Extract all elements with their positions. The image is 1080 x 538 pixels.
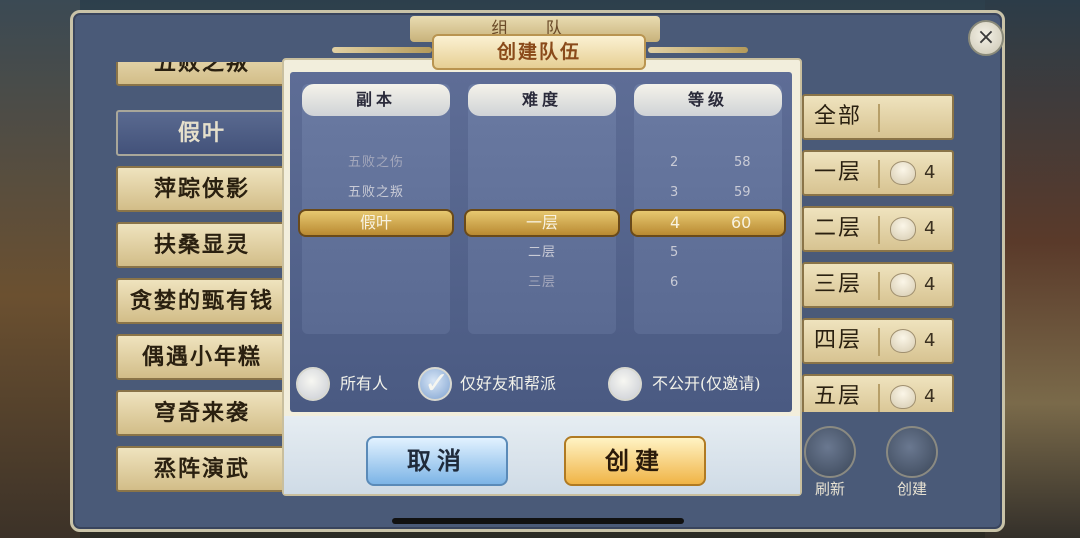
level-header: 等级 — [634, 84, 782, 116]
tier-divider — [878, 272, 880, 300]
dialog-footer — [284, 416, 800, 494]
tier-count: 4 — [924, 330, 936, 351]
tier-list: 全部 一层 4 二层 4 三层 4 四层 4 五层 4 — [802, 90, 954, 412]
tier-row-all[interactable]: 全部 — [802, 94, 954, 140]
tier-divider — [878, 384, 880, 412]
close-icon[interactable]: × — [968, 20, 1004, 56]
tier-count: 4 — [924, 386, 936, 407]
dungeon-item[interactable]: 烝阵演武 — [116, 446, 288, 492]
dungeon-item[interactable]: 偶遇小年糕 — [116, 334, 288, 380]
instance-option[interactable]: 五败之伤 — [302, 150, 450, 176]
level-min-selected[interactable]: 4 — [670, 209, 680, 237]
bun-icon — [890, 273, 916, 297]
title-ornament-left — [332, 47, 432, 53]
level-min-option[interactable]: 6 — [670, 270, 678, 296]
tier-divider — [878, 328, 880, 356]
level-selected-bar — [630, 209, 786, 237]
dungeon-list: 五败之叛 假叶 萍踪侠影 扶桑显灵 贪婪的甄有钱 偶遇小年糕 穹奇来袭 烝阵演武 — [112, 62, 292, 502]
tier-name: 五层 — [814, 384, 863, 409]
tier-name: 四层 — [814, 328, 863, 353]
difficulty-header: 难度 — [468, 84, 616, 116]
bun-icon — [890, 161, 916, 185]
radio-everyone-label: 所有人 — [340, 374, 389, 393]
tier-row[interactable]: 五层 4 — [802, 374, 954, 412]
radio-everyone[interactable] — [296, 367, 330, 401]
refresh-icon[interactable] — [804, 426, 856, 478]
bun-icon — [890, 385, 916, 409]
checkmark-icon: ✓ — [424, 366, 450, 401]
bun-icon — [890, 329, 916, 353]
dungeon-item-selected[interactable]: 假叶 — [116, 110, 288, 156]
title-ornament-right — [648, 47, 748, 53]
tier-name: 二层 — [814, 216, 863, 241]
dungeon-item[interactable]: 萍踪侠影 — [116, 166, 288, 212]
dungeon-item[interactable]: 穹奇来袭 — [116, 390, 288, 436]
level-min-option[interactable]: 2 — [670, 150, 678, 176]
level-min-option[interactable]: 5 — [670, 240, 678, 266]
refresh-label: 刷新 — [814, 480, 845, 498]
level-min-option[interactable]: 3 — [670, 180, 678, 206]
tier-name: 一层 — [814, 160, 863, 185]
background-scenery-left — [0, 0, 80, 538]
dungeon-item[interactable]: 扶桑显灵 — [116, 222, 288, 268]
tier-divider — [878, 216, 880, 244]
create-team-label: 创建 — [896, 480, 927, 498]
radio-friends-guild-label: 仅好友和帮派 — [460, 374, 557, 393]
tier-row[interactable]: 一层 4 — [802, 150, 954, 196]
create-button[interactable]: 创建 — [564, 436, 706, 486]
bun-icon — [890, 217, 916, 241]
tier-name: 三层 — [814, 272, 863, 297]
tier-count: 4 — [924, 218, 936, 239]
tier-name: 全部 — [814, 104, 863, 129]
dialog-title: 创建队伍 — [432, 34, 646, 70]
instance-selected[interactable]: 假叶 — [298, 209, 454, 237]
flag-icon[interactable] — [886, 426, 938, 478]
dungeon-item[interactable]: 贪婪的甄有钱 — [116, 278, 288, 324]
difficulty-option[interactable]: 三层 — [468, 270, 616, 296]
level-max-selected[interactable]: 60 — [731, 209, 751, 237]
difficulty-option[interactable]: 二层 — [468, 240, 616, 266]
radio-private-label: 不公开(仅邀请) — [652, 374, 761, 393]
tier-divider — [878, 160, 880, 188]
instance-option[interactable]: 五败之叛 — [302, 180, 450, 206]
tier-count: 4 — [924, 274, 936, 295]
tier-row[interactable]: 四层 4 — [802, 318, 954, 364]
tier-divider — [878, 104, 880, 132]
radio-private[interactable] — [608, 367, 642, 401]
dungeon-item[interactable]: 五败之叛 — [116, 62, 288, 86]
level-max-option[interactable]: 58 — [734, 150, 751, 176]
tier-row[interactable]: 二层 4 — [802, 206, 954, 252]
instance-header: 副本 — [302, 84, 450, 116]
cancel-button[interactable]: 取消 — [366, 436, 508, 486]
tier-count: 4 — [924, 162, 936, 183]
home-indicator — [392, 518, 684, 524]
level-max-option[interactable]: 59 — [734, 180, 751, 206]
tier-row[interactable]: 三层 4 — [802, 262, 954, 308]
difficulty-selected[interactable]: 一层 — [464, 209, 620, 237]
